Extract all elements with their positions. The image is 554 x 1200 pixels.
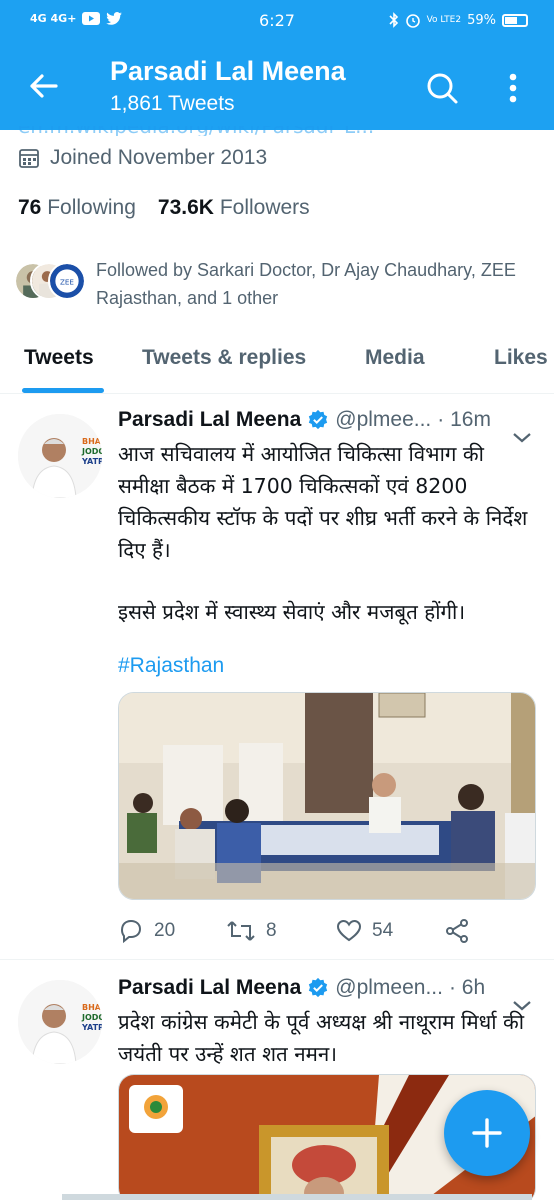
calendar-icon bbox=[19, 149, 39, 168]
author-handle: @plmee... bbox=[335, 408, 432, 431]
tab-likes[interactable]: Likes bbox=[494, 346, 548, 370]
tab-tweets-replies[interactable]: Tweets & replies bbox=[142, 346, 306, 370]
tweet-text: प्रदेश कांग्रेस कमेटी के पूर्व अध्यक्ष श… bbox=[118, 1010, 525, 1066]
svg-text:YATRA: YATRA bbox=[81, 1023, 102, 1032]
tweet-text-second-paragraph: इससे प्रदेश में स्वास्थ्य सेवाएं और मजबू… bbox=[118, 600, 466, 624]
status-right: Vo LTE2 59% bbox=[389, 12, 528, 28]
following-label: Following bbox=[47, 196, 136, 219]
search-icon[interactable] bbox=[424, 70, 460, 106]
profile-header: Parsadi Lal Meena 1,861 Tweets bbox=[0, 46, 554, 130]
tweet-actions: 20 8 54 bbox=[118, 918, 538, 948]
following-link[interactable]: 76 Following bbox=[18, 196, 136, 220]
author-name[interactable]: Parsadi Lal Meena bbox=[118, 408, 301, 432]
svg-text:YATRA: YATRA bbox=[81, 457, 102, 466]
tweet-time: · 6h bbox=[448, 976, 486, 999]
compose-tweet-button[interactable] bbox=[444, 1090, 530, 1176]
bluetooth-icon bbox=[389, 12, 398, 28]
tweet-header: Parsadi Lal Meena @plmeen... · 6h bbox=[118, 976, 485, 1000]
svg-text:BHARAT: BHARAT bbox=[82, 437, 102, 446]
verified-badge-icon bbox=[309, 409, 328, 430]
following-count: 76 bbox=[18, 196, 42, 219]
author-avatar[interactable]: BHARAT JODO YATRA bbox=[18, 980, 102, 1064]
followed-by[interactable]: ZEE Followed by Sarkari Doctor, Dr Ajay … bbox=[14, 256, 544, 312]
svg-text:ZEE: ZEE bbox=[60, 278, 74, 287]
follow-stats: 76 Following 73.6K Followers bbox=[18, 196, 310, 220]
followers-label: Followers bbox=[219, 196, 310, 219]
author-name[interactable]: Parsadi Lal Meena bbox=[118, 976, 301, 1000]
retweet-icon bbox=[227, 921, 255, 941]
reply-count: 20 bbox=[154, 920, 176, 941]
heart-icon bbox=[336, 919, 362, 942]
battery-percent: 59% bbox=[467, 12, 496, 28]
status-bar: 4G 4G+ 6:27 Vo LTE2 59% bbox=[0, 0, 554, 46]
tab-media[interactable]: Media bbox=[365, 346, 425, 370]
retweet-count: 8 bbox=[266, 920, 277, 941]
like-count: 54 bbox=[372, 920, 394, 941]
svg-text:JODO: JODO bbox=[81, 1013, 102, 1022]
tab-tweets[interactable]: Tweets bbox=[24, 346, 94, 370]
more-options-icon[interactable] bbox=[500, 70, 526, 106]
share-button[interactable] bbox=[444, 918, 470, 944]
tweet-count: 1,861 Tweets bbox=[110, 92, 235, 115]
follower-avatar: ZEE bbox=[48, 262, 86, 300]
svg-text:JODO: JODO bbox=[81, 447, 102, 456]
gesture-bar bbox=[62, 1194, 532, 1200]
retweet-button[interactable]: 8 bbox=[226, 918, 277, 944]
follower-avatars: ZEE bbox=[14, 262, 86, 308]
active-tab-indicator bbox=[22, 388, 104, 393]
share-icon bbox=[446, 919, 468, 943]
joined-date: Joined November 2013 bbox=[18, 146, 267, 170]
meeting-photo bbox=[119, 693, 535, 899]
tweet-image[interactable] bbox=[118, 692, 536, 900]
plus-icon bbox=[472, 1118, 502, 1148]
reply-button[interactable]: 20 bbox=[118, 918, 175, 944]
profile-tabs: Tweets Tweets & replies Media Likes bbox=[0, 332, 554, 394]
profile-link[interactable]: en.m.wikipedia.org/wiki/Parsadi_L... bbox=[18, 126, 438, 136]
svg-text:BHARAT: BHARAT bbox=[82, 1003, 102, 1012]
like-button[interactable]: 54 bbox=[336, 918, 393, 944]
header-title: Parsadi Lal Meena bbox=[110, 56, 346, 86]
tweet[interactable]: BHARAT JODO YATRA Parsadi Lal Meena @plm… bbox=[0, 396, 554, 960]
tweet-text: आज सचिवालय में आयोजित चिकित्सा विभाग की … bbox=[118, 442, 528, 562]
followed-by-text: Followed by Sarkari Doctor, Dr Ajay Chau… bbox=[96, 260, 516, 308]
followers-count: 73.6K bbox=[157, 196, 214, 219]
hashtag-link[interactable]: #Rajasthan bbox=[118, 654, 224, 678]
tweet-header: Parsadi Lal Meena @plmee... · 16m bbox=[118, 408, 491, 432]
verified-badge-icon bbox=[309, 977, 328, 998]
followers-link[interactable]: 73.6K Followers bbox=[158, 196, 310, 220]
tweet-time: · 16m bbox=[437, 408, 491, 431]
back-arrow-icon[interactable] bbox=[26, 68, 62, 104]
network-label: Vo LTE2 bbox=[426, 15, 462, 25]
reply-icon bbox=[120, 919, 142, 944]
battery-icon bbox=[502, 13, 528, 27]
profile-link-text: en.m.wikipedia.org/wiki/Parsadi_L... bbox=[18, 126, 374, 136]
author-handle: @plmeen... bbox=[335, 976, 443, 999]
alarm-icon bbox=[405, 14, 420, 28]
joined-text: Joined November 2013 bbox=[50, 146, 268, 169]
author-avatar[interactable]: BHARAT JODO YATRA bbox=[18, 414, 102, 498]
